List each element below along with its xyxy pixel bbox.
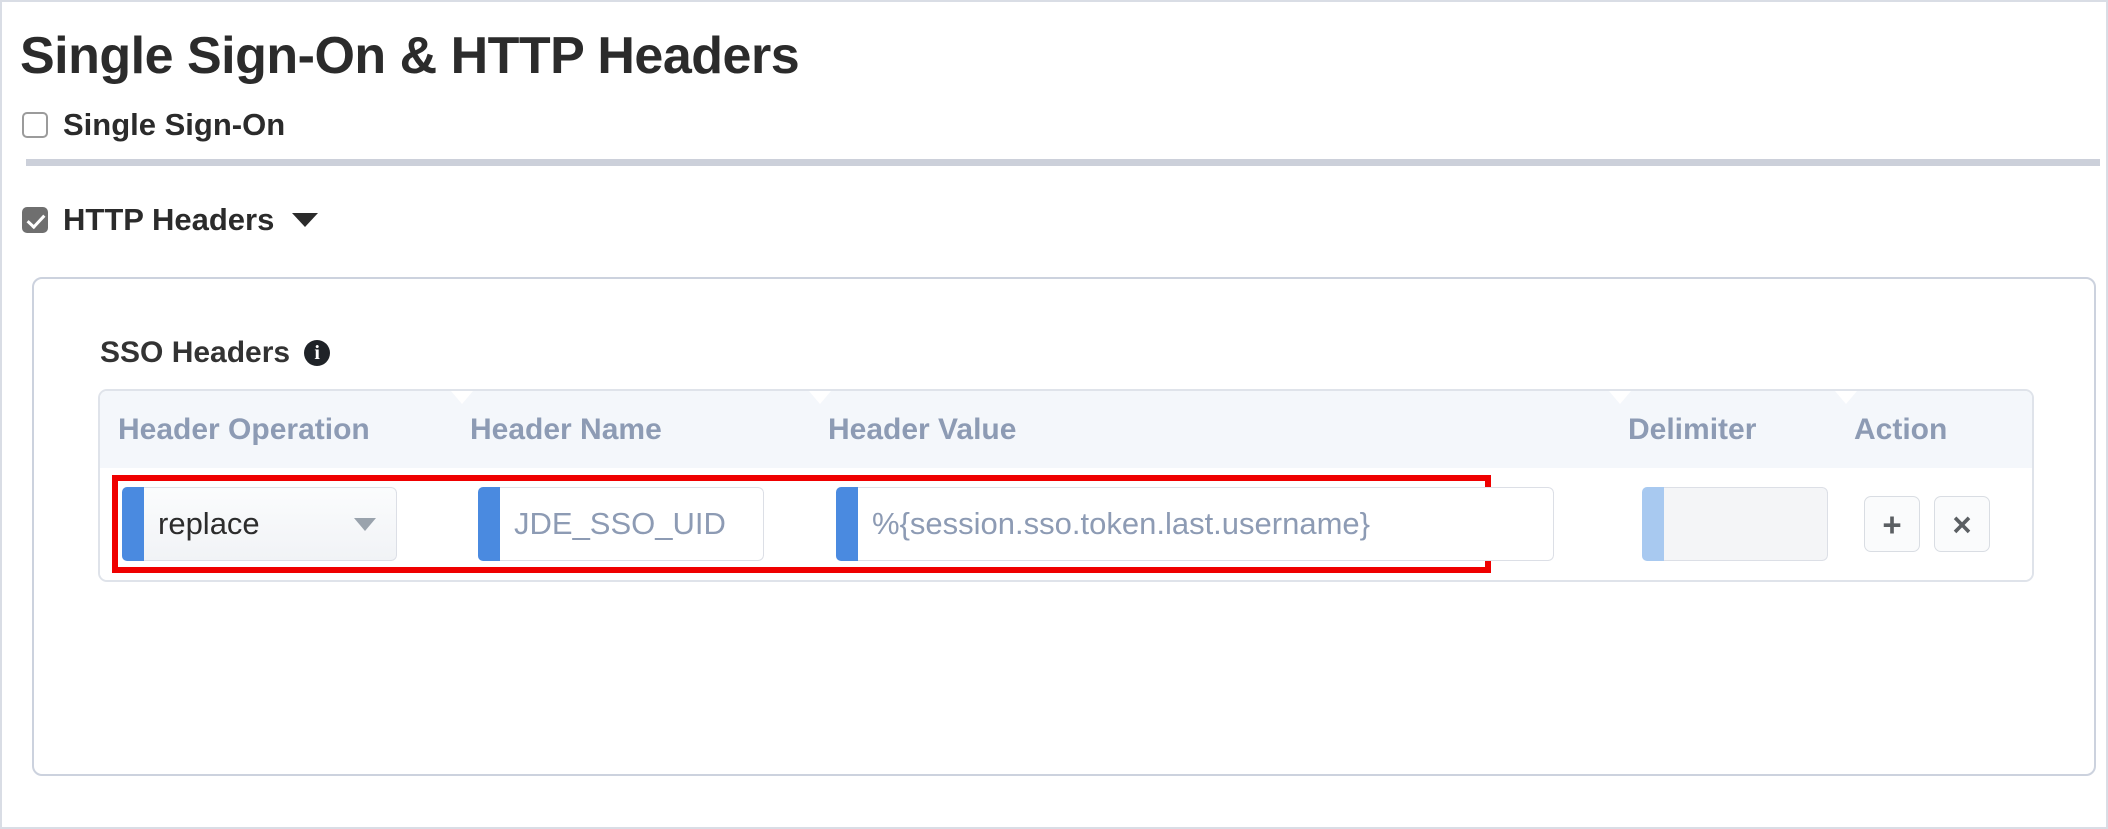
field-accent-bar — [478, 487, 500, 562]
info-icon[interactable]: i — [304, 340, 331, 367]
cell-action: + × — [1840, 468, 2020, 580]
single-sign-on-label: Single Sign-On — [63, 107, 286, 143]
http-headers-checkbox[interactable] — [22, 207, 48, 234]
column-header-action: Action — [1835, 391, 2016, 468]
column-header-delimiter: Delimiter — [1609, 391, 1836, 468]
column-header-label: Header Name — [470, 412, 662, 446]
single-sign-on-checkbox[interactable] — [22, 112, 48, 139]
header-name-input[interactable]: JDE_SSO_UID — [478, 487, 764, 562]
http-headers-label: HTTP Headers — [63, 202, 275, 238]
table-header-row: Header Operation Header Name Header Valu… — [100, 391, 2032, 469]
remove-row-button[interactable]: × — [1934, 496, 1990, 553]
select-body[interactable]: replace — [144, 487, 397, 562]
table-row: replace JDE_SSO_UID %{session.sso.token.… — [100, 468, 2032, 580]
column-header-label: Header Operation — [118, 412, 370, 446]
column-header-header-operation: Header Operation — [100, 391, 452, 468]
chevron-down-icon[interactable] — [354, 517, 376, 531]
delimiter-input[interactable] — [1642, 487, 1828, 562]
cell-header-name: JDE_SSO_UID — [456, 468, 814, 580]
header-name-value: JDE_SSO_UID — [514, 506, 726, 542]
column-header-label: Header Value — [828, 412, 1017, 446]
column-header-label: Delimiter — [1628, 412, 1757, 446]
header-operation-value: replace — [158, 506, 260, 542]
sso-headers-title: SSO Headers — [100, 336, 291, 370]
single-sign-on-row[interactable]: Single Sign-On — [22, 107, 2106, 143]
page-frame: Single Sign-On & HTTP Headers Single Sig… — [0, 0, 2108, 829]
field-accent-bar — [1642, 487, 1664, 562]
table-body: replace JDE_SSO_UID %{session.sso.token.… — [100, 468, 2032, 581]
column-divider-notch-icon — [1835, 391, 1857, 405]
cell-delimiter — [1614, 468, 1840, 580]
sso-headers-table: Header Operation Header Name Header Valu… — [98, 389, 2034, 583]
http-headers-row[interactable]: HTTP Headers — [22, 202, 2106, 238]
column-header-label: Action — [1854, 412, 1948, 446]
caret-down-icon[interactable] — [292, 213, 319, 228]
column-divider-notch-icon — [1609, 391, 1631, 405]
column-header-header-value: Header Value — [809, 391, 1610, 468]
add-row-button[interactable]: + — [1864, 496, 1920, 553]
header-value-input[interactable]: %{session.sso.token.last.username} — [836, 487, 1554, 562]
field-accent-bar — [836, 487, 858, 562]
page-content: Single Sign-On & HTTP Headers Single Sig… — [2, 2, 2106, 827]
page-title: Single Sign-On & HTTP Headers — [20, 27, 800, 85]
column-divider-notch-icon — [451, 391, 473, 405]
field-accent-bar — [122, 487, 144, 562]
input-body[interactable]: JDE_SSO_UID — [500, 487, 764, 562]
column-divider-notch-icon — [809, 391, 831, 405]
sso-headers-caption: SSO Headers i — [100, 336, 2094, 370]
input-body[interactable] — [1664, 487, 1828, 562]
section-divider — [26, 159, 2100, 167]
http-headers-panel: SSO Headers i Header Operation Header Na… — [32, 277, 2096, 777]
header-value-value: %{session.sso.token.last.username} — [872, 506, 1370, 542]
input-body[interactable]: %{session.sso.token.last.username} — [858, 487, 1554, 562]
header-operation-select[interactable]: replace — [122, 487, 397, 562]
cell-header-value: %{session.sso.token.last.username} — [814, 468, 1614, 580]
action-buttons: + × — [1864, 496, 1990, 553]
cell-header-operation: replace — [104, 468, 456, 580]
column-header-header-name: Header Name — [451, 391, 810, 468]
